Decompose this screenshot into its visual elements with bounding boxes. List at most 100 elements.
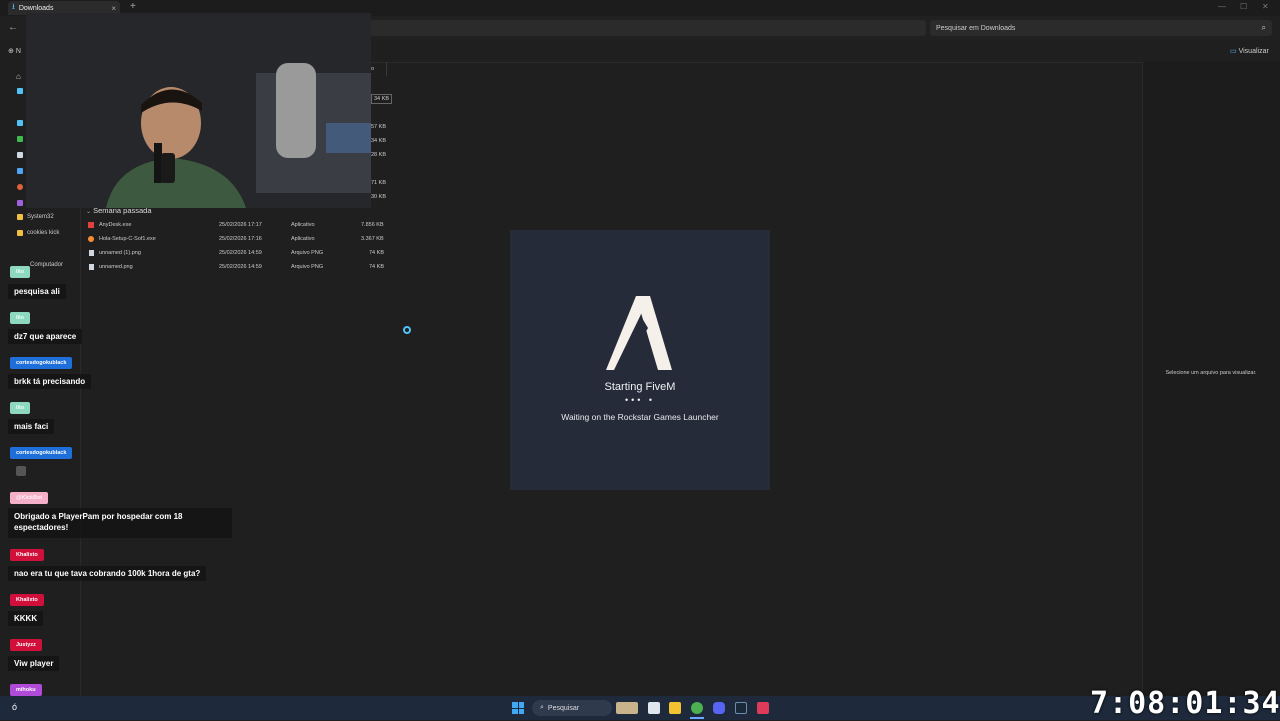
exe-icon <box>88 222 94 228</box>
search-placeholder: Pesquisar em Downloads <box>936 24 1016 32</box>
fivem-splash-window <box>510 230 770 490</box>
nav-item-label: System32 <box>27 214 54 220</box>
busy-cursor-icon <box>403 326 411 334</box>
nav-item-computer[interactable]: Computador <box>30 262 63 268</box>
chat-message: nao era tu que tava cobrando 100k 1hora … <box>8 566 207 581</box>
file-size: 7.856 KB <box>361 222 384 228</box>
file-size-partial: 57 KB <box>371 124 386 130</box>
fivem-logo-icon <box>606 296 672 370</box>
minimize-icon[interactable]: — <box>1218 2 1226 11</box>
file-name: unnamed (1).png <box>99 250 141 256</box>
taskbar-left-text: ó <box>12 702 18 712</box>
chat-username-badge: Khalixto <box>10 549 44 561</box>
discord-icon[interactable] <box>713 702 725 714</box>
chat-username-badge: cortesdogokublack <box>10 447 73 459</box>
file-row[interactable]: Hola-Setup-C-Sof1.exe 25/02/2026 17:16 A… <box>88 234 388 246</box>
webcam-overlay <box>26 13 371 208</box>
task-view-icon[interactable] <box>648 702 660 714</box>
chat-username-badge: Justyzz <box>10 639 42 651</box>
taskbar-search[interactable]: ⌕ Pesquisar <box>532 700 612 716</box>
file-date: 25/02/2026 17:16 <box>219 236 262 242</box>
file-date: 25/02/2026 14:59 <box>219 250 262 256</box>
file-row[interactable]: unnamed.png 25/02/2026 14:59 Arquivo PNG… <box>88 262 388 274</box>
close-tab-icon[interactable]: × <box>111 4 116 13</box>
new-button-label: N <box>15 48 21 55</box>
file-date: 25/02/2026 17:17 <box>219 222 262 228</box>
windows-logo-icon[interactable] <box>512 702 524 714</box>
chat-message: pesquisa ali <box>8 284 66 299</box>
plus-circle-icon: ⊕ <box>8 48 14 55</box>
file-size: 74 KB <box>369 250 384 256</box>
documents-icon[interactable] <box>17 152 23 158</box>
tab-title: Downloads <box>18 4 54 12</box>
file-type: Arquivo PNG <box>291 264 324 270</box>
search-icon: ⌕ <box>540 704 544 711</box>
back-arrow-icon[interactable]: ← <box>8 22 18 33</box>
home-icon[interactable]: ⌂ <box>16 72 21 81</box>
file-row[interactable]: AnyDesk.exe 25/02/2026 17:17 Aplicativo … <box>88 220 388 232</box>
desktop-icon[interactable] <box>17 120 23 126</box>
chat-username-badge: cortesdogokublack <box>10 357 73 369</box>
preview-pane-icon: ▭ <box>1230 48 1237 55</box>
file-type: Aplicativo <box>291 236 315 242</box>
new-tab-button[interactable]: + <box>130 1 136 12</box>
column-header-partial[interactable]: o <box>371 66 374 72</box>
chat-message: Viw player <box>8 656 60 671</box>
pictures-icon[interactable] <box>17 168 23 174</box>
widgets-icon[interactable] <box>616 702 638 714</box>
view-button[interactable]: ▭ Visualizar <box>1230 47 1269 55</box>
downloads-icon[interactable] <box>17 136 23 142</box>
folder-icon <box>17 214 23 220</box>
emote-icon <box>16 466 26 476</box>
file-row[interactable]: unnamed (1).png 25/02/2026 14:59 Arquivo… <box>88 248 388 260</box>
music-icon[interactable] <box>17 184 23 190</box>
maximize-icon[interactable]: ☐ <box>1240 2 1247 11</box>
chat-username-badge: @KickBot <box>10 492 49 504</box>
splash-status: Waiting on the Rockstar Games Launcher <box>561 412 719 422</box>
png-file-icon <box>89 264 94 270</box>
chat-message: brkk tá precisando <box>8 374 92 389</box>
stream-timer-overlay: 7:08:01:34 <box>1090 686 1280 721</box>
splash-title: Starting FiveM <box>604 381 676 393</box>
png-file-icon <box>89 250 94 256</box>
new-button[interactable]: ⊕ N <box>8 47 21 55</box>
address-bar[interactable] <box>370 20 926 36</box>
nav-item-label: Computador <box>30 262 64 268</box>
nav-item-system32[interactable]: System32 <box>17 214 54 220</box>
fivem-taskbar-icon[interactable] <box>757 702 769 714</box>
chat-username-badge: mihoku <box>10 684 42 696</box>
active-app-indicator <box>690 717 704 719</box>
search-icon: ⌕ <box>1261 23 1266 32</box>
file-date: 25/02/2026 14:59 <box>219 264 262 270</box>
file-size-partial: 34 KB <box>371 94 392 104</box>
file-type: Arquivo PNG <box>291 250 324 256</box>
file-size-partial: 71 KB <box>371 180 386 186</box>
chat-username-badge: Khalixto <box>10 594 44 606</box>
file-name: unnamed.png <box>99 264 133 270</box>
videos-icon[interactable] <box>17 200 23 206</box>
taskbar <box>0 696 1280 720</box>
view-button-label: Visualizar <box>1238 48 1269 55</box>
file-size-partial: 28 KB <box>371 152 386 158</box>
file-size-partial: 30 KB <box>371 194 386 200</box>
chat-username-badge: lilo <box>10 312 30 324</box>
nav-item-cookies-kick[interactable]: cookies kick <box>17 230 59 236</box>
splash-loading-dots: ••• • <box>624 395 656 405</box>
gallery-icon[interactable] <box>17 88 23 94</box>
chrome-icon[interactable] <box>691 702 703 714</box>
taskbar-search-label: Pesquisar <box>547 704 580 712</box>
column-divider[interactable] <box>386 62 387 76</box>
search-input[interactable]: Pesquisar em Downloads ⌕ <box>930 20 1272 36</box>
file-explorer-icon[interactable] <box>669 702 681 714</box>
close-window-icon[interactable]: ✕ <box>1262 2 1269 11</box>
preview-message: Selecione um arquivo para visualizar. <box>1165 370 1257 376</box>
chevron-down-icon: ⌄ <box>86 209 92 215</box>
steam-icon[interactable] <box>735 702 747 714</box>
download-icon: ⭳ <box>12 2 15 11</box>
nav-item-label: cookies kick <box>27 230 60 236</box>
chat-username-badge: lilo <box>10 266 30 278</box>
file-name: AnyDesk.exe <box>99 222 132 228</box>
file-size: 74 KB <box>369 264 384 270</box>
folder-icon <box>17 230 23 236</box>
chat-message: KKKK <box>8 611 44 626</box>
